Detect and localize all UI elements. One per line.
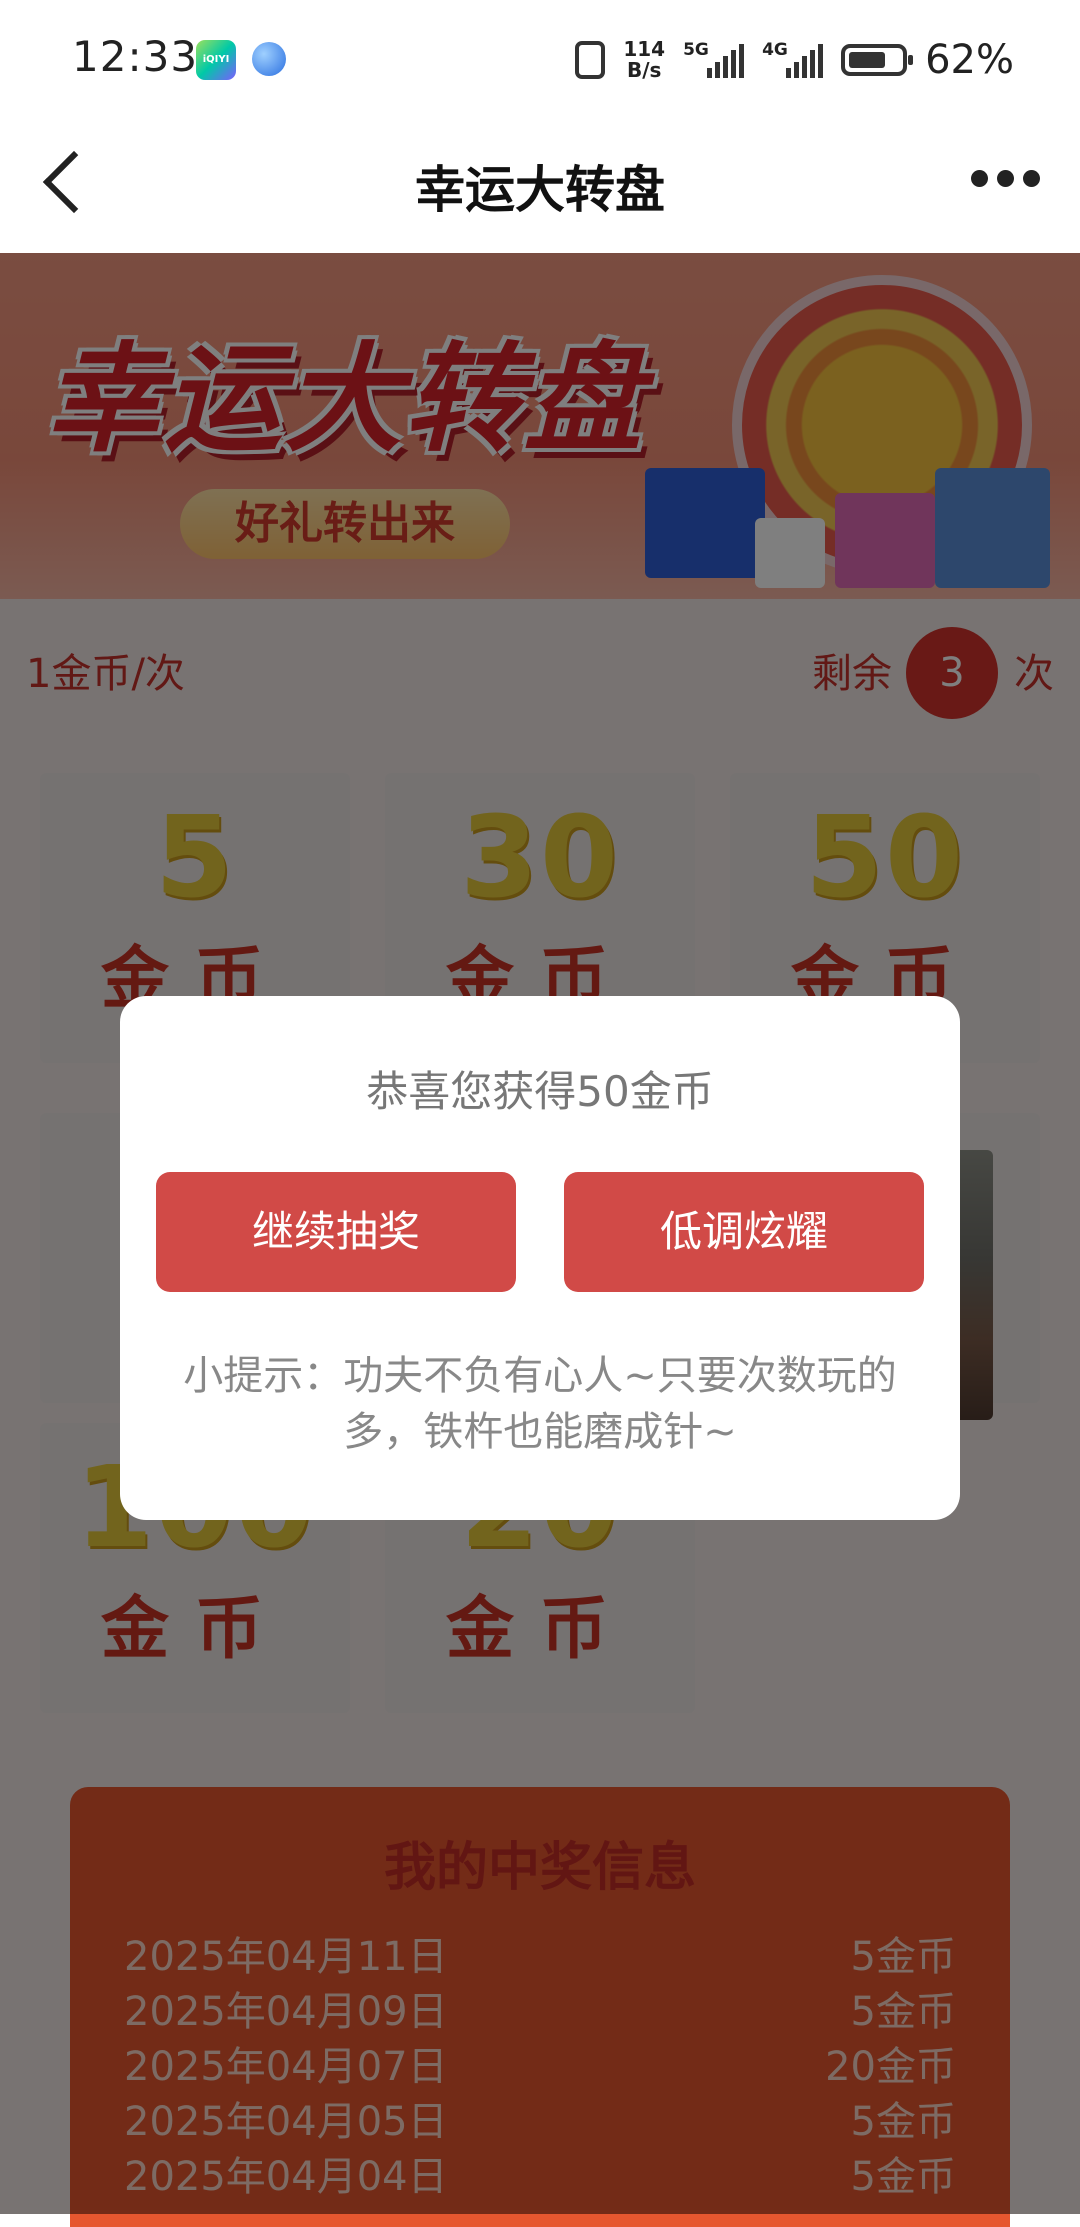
continue-draw-button[interactable]: 继续抽奖	[156, 1172, 516, 1292]
status-bar: 12:33 iQIYI 114 B/s 5G 4G 62%	[0, 0, 1080, 120]
status-indicators: 114 B/s 5G 4G 62%	[575, 30, 1014, 90]
result-message: 恭喜您获得50金币	[366, 1067, 714, 1116]
nav-bar: 幸运大转盘	[0, 120, 1080, 253]
browser-app-icon	[252, 42, 286, 76]
signal-4g-icon: 4G	[762, 40, 824, 78]
iqiyi-app-icon: iQIYI	[196, 40, 236, 80]
nfc-icon	[575, 41, 606, 79]
battery-percent: 62%	[925, 37, 1014, 83]
signal-4g-label: 4G	[762, 40, 788, 60]
result-dialog: 恭喜您获得50金币 继续抽奖 低调炫耀 小提示：功夫不负有心人~只要次数玩的多，…	[120, 996, 960, 1520]
share-button[interactable]: 低调炫耀	[564, 1172, 924, 1292]
battery-icon	[841, 44, 914, 76]
signal-5g-label: 5G	[683, 40, 709, 60]
more-options-icon[interactable]	[971, 170, 1040, 187]
status-time: 12:33	[72, 32, 199, 81]
signal-5g-icon: 5G	[683, 40, 745, 78]
page-title: 幸运大转盘	[415, 161, 665, 219]
network-speed: 114 B/s	[623, 39, 665, 81]
tip-text: 小提示：功夫不负有心人~只要次数玩的多，铁杵也能磨成针~	[183, 1353, 897, 1455]
network-speed-unit: B/s	[626, 58, 662, 82]
